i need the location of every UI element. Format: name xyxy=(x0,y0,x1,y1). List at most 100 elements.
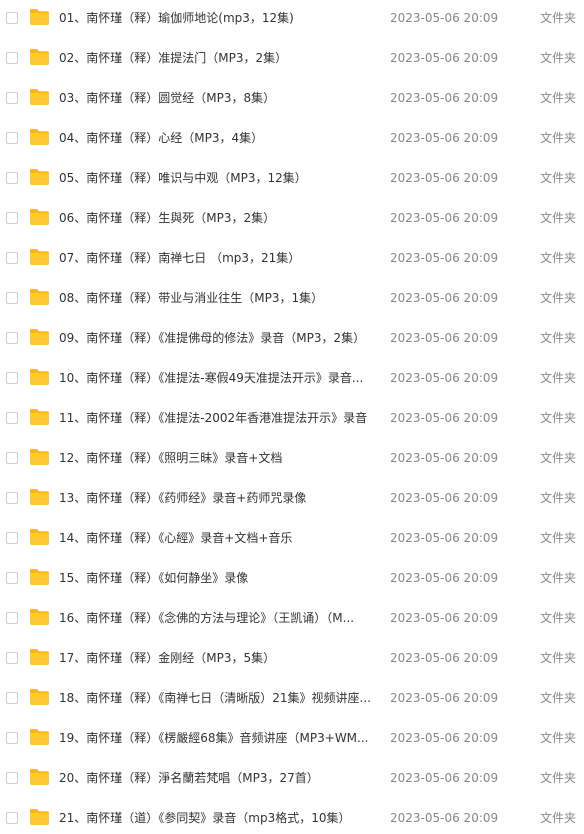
file-name[interactable]: 20、南怀瑾（释）淨名蘭若梵唱（MP3，27首） xyxy=(59,770,375,786)
select-checkbox[interactable] xyxy=(6,812,18,824)
file-name[interactable]: 13、南怀瑾（释）《药师经》录音+药师咒录像 xyxy=(59,490,375,506)
file-row[interactable]: 19、南怀瑾（释）《楞嚴經68集》音频讲座（MP3+WM... 2023-05-0… xyxy=(0,719,584,759)
file-name[interactable]: 11、南怀瑾（释）《准提法-2002年香港准提法开示》录音 xyxy=(59,410,375,426)
file-row[interactable]: 21、南怀瑾（道）《参同契》录音（mp3格式，10集） 2023-05-06 20… xyxy=(0,799,584,834)
file-row[interactable]: 08、南怀瑾（释）带业与消业往生（MP3，1集） 2023-05-06 20:09… xyxy=(0,279,584,319)
select-checkbox[interactable] xyxy=(6,452,18,464)
folder-icon xyxy=(29,248,50,266)
file-type: 文件夹 xyxy=(540,331,577,345)
select-checkbox[interactable] xyxy=(6,252,18,264)
modified-date: 2023-05-06 20:09 xyxy=(390,531,499,545)
folder-icon xyxy=(29,808,50,826)
file-name[interactable]: 16、南怀瑾（释）《念佛的方法与理论》（王凯诵）（M... xyxy=(59,610,375,626)
select-checkbox[interactable] xyxy=(6,212,18,224)
select-checkbox[interactable] xyxy=(6,172,18,184)
file-row[interactable]: 06、南怀瑾（释）生與死（MP3，2集） 2023-05-06 20:09 文件夹 xyxy=(0,199,584,239)
file-type: 文件夹 xyxy=(540,731,577,745)
select-checkbox[interactable] xyxy=(6,12,18,24)
file-name[interactable]: 12、南怀瑾（释）《照明三昧》录音+文档 xyxy=(59,450,375,466)
modified-date: 2023-05-06 20:09 xyxy=(390,91,499,105)
file-name[interactable]: 02、南怀瑾（释）准提法门（MP3，2集） xyxy=(59,50,375,66)
modified-date: 2023-05-06 20:09 xyxy=(390,691,499,705)
select-checkbox[interactable] xyxy=(6,492,18,504)
file-row[interactable]: 01、南怀瑾（释）瑜伽师地论(mp3，12集) 2023-05-06 20:09 文… xyxy=(0,0,584,39)
modified-date: 2023-05-06 20:09 xyxy=(390,731,499,745)
file-name[interactable]: 10、南怀瑾（释）《准提法-寒假49天准提法开示》录音... xyxy=(59,370,375,386)
file-row[interactable]: 05、南怀瑾（释）唯识与中观（MP3，12集） 2023-05-06 20:09 文… xyxy=(0,159,584,199)
file-name[interactable]: 05、南怀瑾（释）唯识与中观（MP3，12集） xyxy=(59,170,375,186)
select-checkbox[interactable] xyxy=(6,132,18,144)
file-name[interactable]: 03、南怀瑾（释）圆觉经（MP3，8集） xyxy=(59,90,375,106)
file-row[interactable]: 17、南怀瑾（释）金刚经（MP3，5集） 2023-05-06 20:09 文件夹 xyxy=(0,639,584,679)
file-list: 01、南怀瑾（释）瑜伽师地论(mp3，12集) 2023-05-06 20:09 文… xyxy=(0,0,584,834)
file-name[interactable]: 18、南怀瑾（释）《南禅七日（清晰版）21集》视频讲座... xyxy=(59,690,375,706)
select-checkbox[interactable] xyxy=(6,652,18,664)
file-row[interactable]: 14、南怀瑾（释）《心經》录音+文档+音乐 2023-05-06 20:09 文件夹 xyxy=(0,519,584,559)
file-name[interactable]: 01、南怀瑾（释）瑜伽师地论(mp3，12集) xyxy=(59,10,375,26)
folder-icon xyxy=(29,328,50,346)
file-name[interactable]: 15、南怀瑾（释）《如何静坐》录像 xyxy=(59,570,375,586)
modified-date: 2023-05-06 20:09 xyxy=(390,371,499,385)
file-name[interactable]: 06、南怀瑾（释）生與死（MP3，2集） xyxy=(59,210,375,226)
select-checkbox[interactable] xyxy=(6,372,18,384)
folder-icon xyxy=(29,408,50,426)
select-checkbox[interactable] xyxy=(6,772,18,784)
file-row[interactable]: 04、南怀瑾（释）心经（MP3，4集） 2023-05-06 20:09 文件夹 xyxy=(0,119,584,159)
file-row[interactable]: 20、南怀瑾（释）淨名蘭若梵唱（MP3，27首） 2023-05-06 20:09… xyxy=(0,759,584,799)
folder-icon xyxy=(29,448,50,466)
select-checkbox[interactable] xyxy=(6,732,18,744)
file-row[interactable]: 10、南怀瑾（释）《准提法-寒假49天准提法开示》录音... 2023-05-06… xyxy=(0,359,584,399)
file-type: 文件夹 xyxy=(540,611,577,625)
select-checkbox[interactable] xyxy=(6,692,18,704)
file-name[interactable]: 07、南怀瑾（释）南禅七日 （mp3，21集） xyxy=(59,250,375,266)
folder-icon xyxy=(29,8,50,26)
folder-icon xyxy=(29,128,50,146)
file-type: 文件夹 xyxy=(540,11,577,25)
modified-date: 2023-05-06 20:09 xyxy=(390,451,499,465)
file-row[interactable]: 09、南怀瑾（释）《准提佛母的修法》录音（MP3，2集） 2023-05-06 2… xyxy=(0,319,584,359)
file-row[interactable]: 11、南怀瑾（释）《准提法-2002年香港准提法开示》录音 2023-05-06 … xyxy=(0,399,584,439)
select-checkbox[interactable] xyxy=(6,92,18,104)
select-checkbox[interactable] xyxy=(6,532,18,544)
file-name[interactable]: 04、南怀瑾（释）心经（MP3，4集） xyxy=(59,130,375,146)
file-name[interactable]: 21、南怀瑾（道）《参同契》录音（mp3格式，10集） xyxy=(59,810,375,826)
file-name[interactable]: 19、南怀瑾（释）《楞嚴經68集》音频讲座（MP3+WM... xyxy=(59,730,375,746)
modified-date: 2023-05-06 20:09 xyxy=(390,211,499,225)
folder-icon xyxy=(29,368,50,386)
select-checkbox[interactable] xyxy=(6,292,18,304)
select-checkbox[interactable] xyxy=(6,572,18,584)
file-row[interactable]: 18、南怀瑾（释）《南禅七日（清晰版）21集》视频讲座... 2023-05-06… xyxy=(0,679,584,719)
file-row[interactable]: 03、南怀瑾（释）圆觉经（MP3，8集） 2023-05-06 20:09 文件夹 xyxy=(0,79,584,119)
file-type: 文件夹 xyxy=(540,371,577,385)
folder-icon xyxy=(29,48,50,66)
file-row[interactable]: 16、南怀瑾（释）《念佛的方法与理论》（王凯诵）（M... 2023-05-06 … xyxy=(0,599,584,639)
file-row[interactable]: 12、南怀瑾（释）《照明三昧》录音+文档 2023-05-06 20:09 文件夹 xyxy=(0,439,584,479)
modified-date: 2023-05-06 20:09 xyxy=(390,331,499,345)
folder-icon xyxy=(29,488,50,506)
modified-date: 2023-05-06 20:09 xyxy=(390,811,499,825)
select-checkbox[interactable] xyxy=(6,332,18,344)
file-row[interactable]: 15、南怀瑾（释）《如何静坐》录像 2023-05-06 20:09 文件夹 xyxy=(0,559,584,599)
file-name[interactable]: 09、南怀瑾（释）《准提佛母的修法》录音（MP3，2集） xyxy=(59,330,375,346)
file-name[interactable]: 08、南怀瑾（释）带业与消业往生（MP3，1集） xyxy=(59,290,375,306)
select-checkbox[interactable] xyxy=(6,612,18,624)
file-row[interactable]: 07、南怀瑾（释）南禅七日 （mp3，21集） 2023-05-06 20:09 文… xyxy=(0,239,584,279)
modified-date: 2023-05-06 20:09 xyxy=(390,51,499,65)
folder-icon xyxy=(29,168,50,186)
modified-date: 2023-05-06 20:09 xyxy=(390,771,499,785)
select-checkbox[interactable] xyxy=(6,412,18,424)
modified-date: 2023-05-06 20:09 xyxy=(390,651,499,665)
folder-icon xyxy=(29,88,50,106)
modified-date: 2023-05-06 20:09 xyxy=(390,411,499,425)
file-type: 文件夹 xyxy=(540,251,577,265)
folder-icon xyxy=(29,648,50,666)
file-type: 文件夹 xyxy=(540,91,577,105)
file-name[interactable]: 17、南怀瑾（释）金刚经（MP3，5集） xyxy=(59,650,375,666)
file-type: 文件夹 xyxy=(540,691,577,705)
file-row[interactable]: 02、南怀瑾（释）准提法门（MP3，2集） 2023-05-06 20:09 文件夹 xyxy=(0,39,584,79)
folder-icon xyxy=(29,608,50,626)
file-type: 文件夹 xyxy=(540,651,577,665)
select-checkbox[interactable] xyxy=(6,52,18,64)
file-name[interactable]: 14、南怀瑾（释）《心經》录音+文档+音乐 xyxy=(59,530,375,546)
file-row[interactable]: 13、南怀瑾（释）《药师经》录音+药师咒录像 2023-05-06 20:09 文件… xyxy=(0,479,584,519)
